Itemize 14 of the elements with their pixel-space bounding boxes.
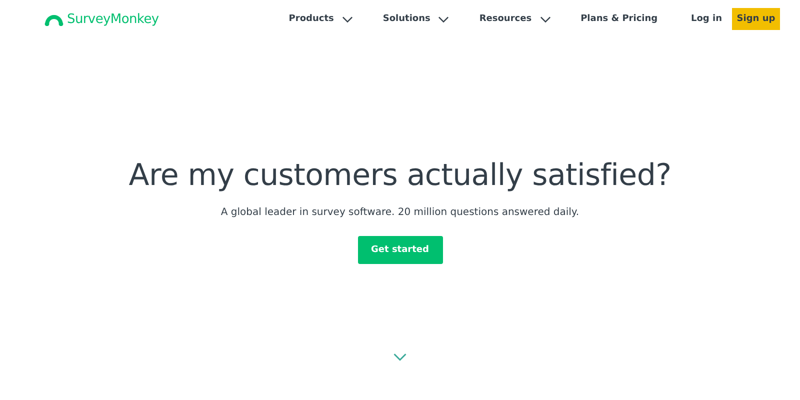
nav-link[interactable]: Resources <box>479 14 551 24</box>
nav-link[interactable]: Products <box>288 14 353 24</box>
logo-text: SurveyMonkey <box>67 12 159 26</box>
caret-icon <box>438 16 450 22</box>
caret-icon <box>540 16 551 22</box>
hero-subtitle: A global leader in survey software. 20 million questions answered daily. <box>220 206 580 220</box>
chevron-down-icon <box>393 353 407 361</box>
caret-icon <box>342 16 353 22</box>
nav-link[interactable]: Solutions <box>382 14 450 24</box>
hero-heading: Are my customers actually satisfied? <box>128 157 672 195</box>
signup-button[interactable]: Sign up <box>732 8 780 30</box>
logo-icon <box>44 12 64 26</box>
nav-link[interactable]: Plans & Pricing <box>580 14 658 24</box>
login-link[interactable]: Log in <box>691 14 722 24</box>
